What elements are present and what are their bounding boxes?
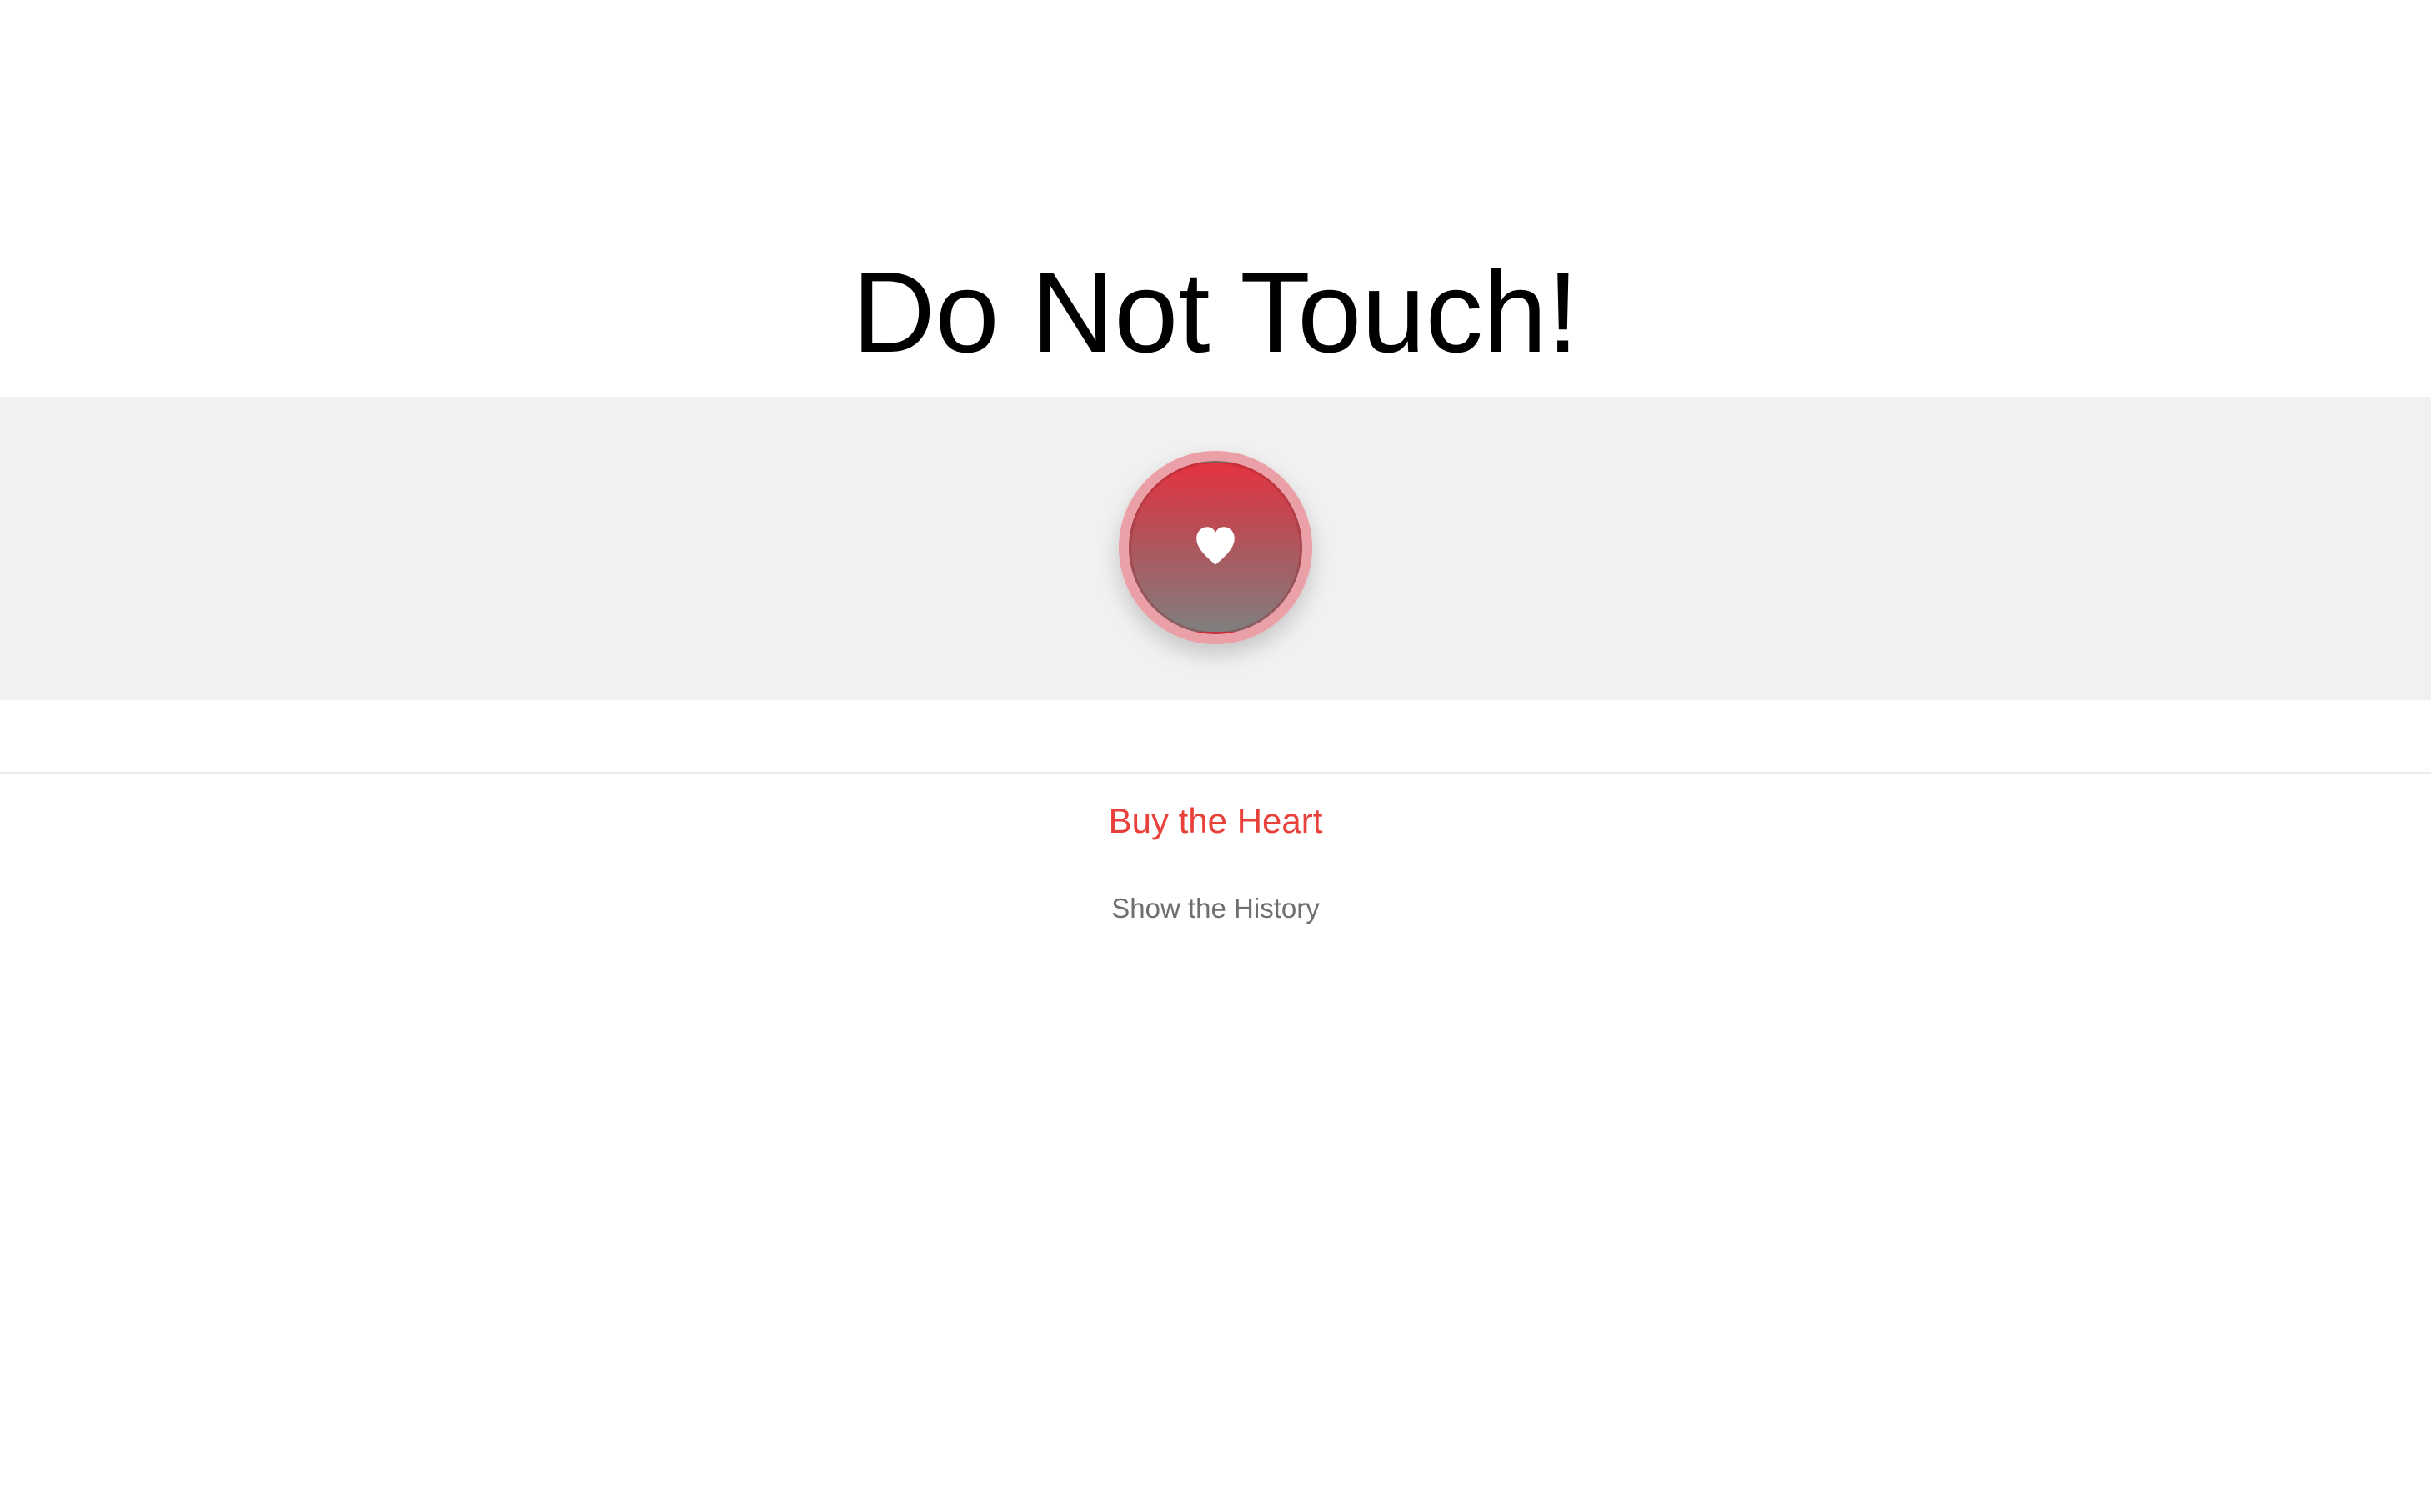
heart-button[interactable] (1119, 451, 1312, 644)
divider (0, 772, 2431, 774)
heart-icon (1196, 527, 1235, 565)
page-title: Do Not Touch! (852, 248, 1579, 377)
page: Do Not Touch! Buy the Heart Show the His… (0, 0, 2431, 1512)
buy-heart-link[interactable]: Buy the Heart (0, 796, 2431, 846)
show-history-link[interactable]: Show the History (0, 890, 2431, 927)
